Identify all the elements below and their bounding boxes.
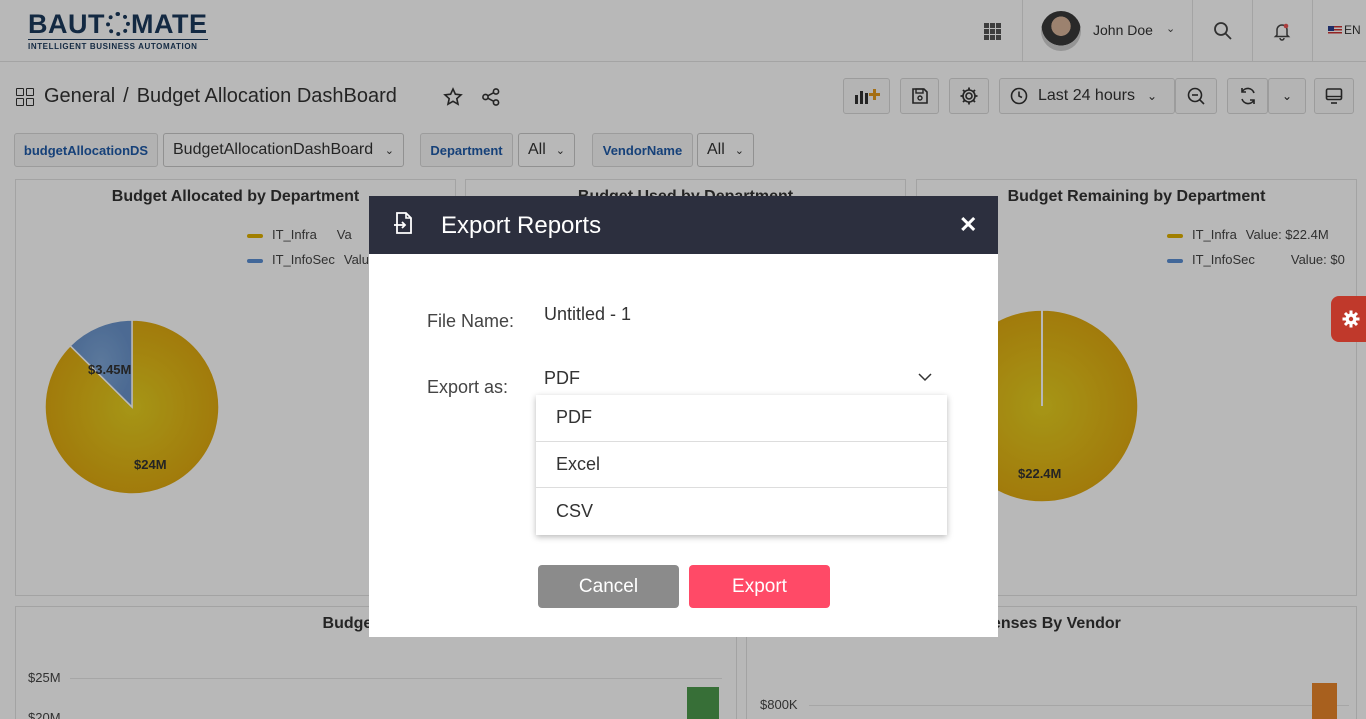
chevron-down-icon [918,373,932,382]
export-format-select[interactable]: PDF [536,364,945,396]
side-settings-tab[interactable] [1331,296,1366,342]
cancel-button[interactable]: Cancel [538,565,679,608]
file-name-input[interactable]: Untitled - 1 [544,304,631,325]
export-format-value: PDF [544,368,580,388]
export-button[interactable]: Export [689,565,830,608]
export-as-label: Export as: [427,377,509,397]
dialog-title: Export Reports [441,212,602,239]
file-export-icon [394,212,412,234]
dropdown-option-excel[interactable]: Excel [536,442,947,489]
dialog-header: Export Reports ✕ [369,196,998,254]
gear-icon [1342,310,1360,328]
export-format-dropdown: PDF Excel CSV [536,395,947,535]
dropdown-option-csv[interactable]: CSV [536,488,947,535]
export-reports-dialog: Export Reports ✕ File Name: Untitled - 1… [369,196,998,637]
file-name-label: File Name: [427,311,515,331]
close-icon[interactable]: ✕ [959,214,977,236]
dropdown-option-pdf[interactable]: PDF [536,395,947,442]
